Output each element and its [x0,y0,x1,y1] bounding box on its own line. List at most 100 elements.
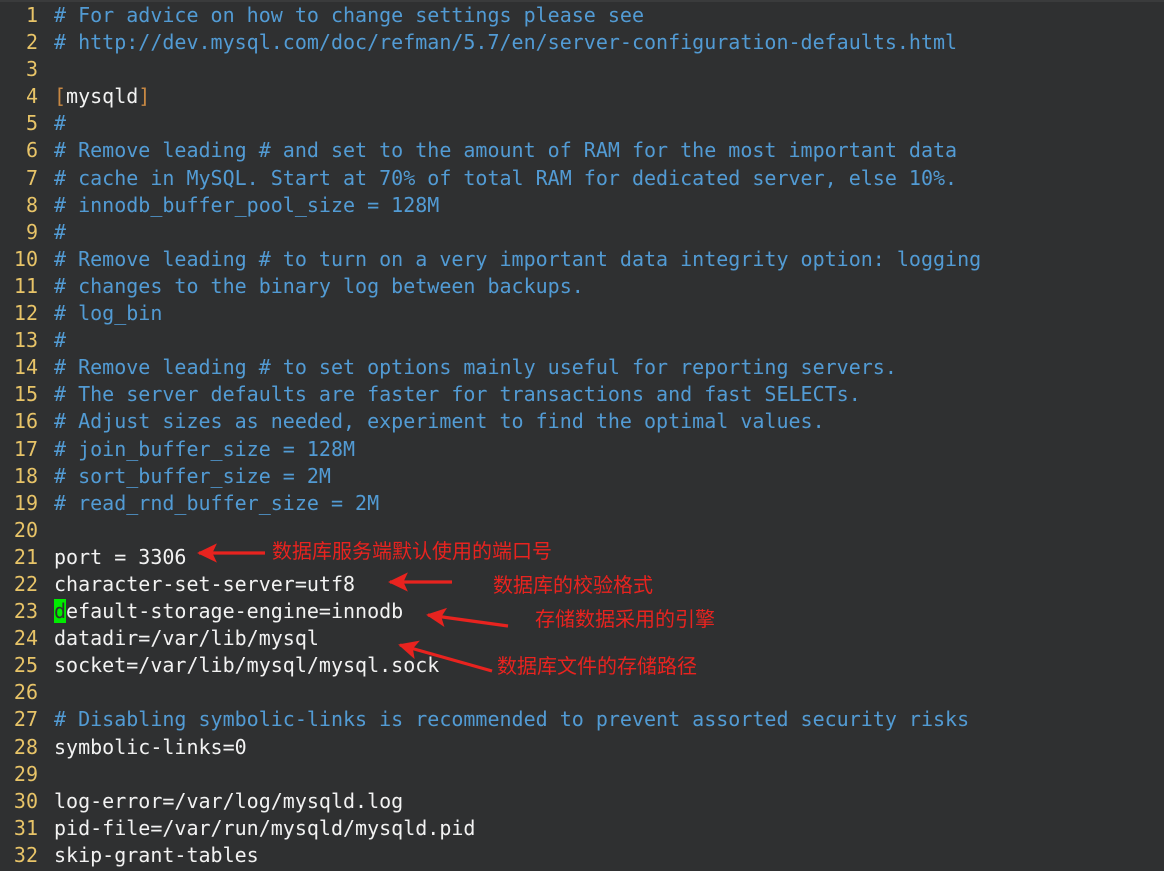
code-line[interactable]: 7 # cache in MySQL. Start at 70% of total… [0,165,1164,192]
code-line[interactable]: 21 port = 3306 [0,544,1164,571]
comment-text: # [54,328,67,353]
comment-text: # read_rnd_buffer_size = 2M [54,490,380,515]
code-line[interactable]: 6 # Remove leading # and set to the amoun… [0,137,1164,164]
code-line[interactable]: 19 # read_rnd_buffer_size = 2M [0,490,1164,517]
code-line[interactable]: 9 # [0,219,1164,246]
line-number: 11 [13,273,38,298]
code-line[interactable]: 3 [0,56,1164,83]
line-number: 6 [25,138,38,163]
code-line-text[interactable]: # [38,327,1164,354]
code-line-text[interactable]: pid-file=/var/run/mysqld/mysqld.pid [38,815,1164,842]
code-line-text[interactable]: # Remove leading # to turn on a very imp… [38,246,1164,273]
line-number: 19 [13,490,38,515]
code-line-text[interactable]: # join_buffer_size = 128M [38,436,1164,463]
code-line[interactable]: 8 # innodb_buffer_pool_size = 128M [0,192,1164,219]
code-line-text[interactable]: # log_bin [38,300,1164,327]
code-line[interactable]: 24 datadir=/var/lib/mysql [0,625,1164,652]
code-line-text[interactable]: # Remove leading # to set options mainly… [38,354,1164,381]
comment-text: # cache in MySQL. Start at 70% of total … [54,165,958,190]
line-number: 4 [25,84,38,109]
code-line-text[interactable]: # sort_buffer_size = 2M [38,463,1164,490]
line-number: 22 [13,571,38,596]
line-number: 16 [13,409,38,434]
code-line-text[interactable]: default-storage-engine=innodb [38,598,1164,625]
code-line-text[interactable]: # [38,110,1164,137]
code-line[interactable]: 15 # The server defaults are faster for t… [0,381,1164,408]
code-line-text[interactable]: # [38,219,1164,246]
config-text: symbolic-links=0 [54,734,247,759]
section-bracket-close: ] [138,84,151,109]
code-line[interactable]: 13 # [0,327,1164,354]
code-line[interactable]: 20 [0,517,1164,544]
code-line-text[interactable]: character-set-server=utf8 [38,571,1164,598]
config-text: pid-file=/var/run/mysqld/mysqld.pid [54,815,476,840]
config-text: log-error=/var/log/mysqld.log [54,788,404,813]
code-line[interactable]: 14 # Remove leading # to set options main… [0,354,1164,381]
comment-text: # http://dev.mysql.com/doc/refman/5.7/en… [54,30,958,55]
code-line-text[interactable]: symbolic-links=0 [38,734,1164,761]
line-number: 32 [13,842,38,867]
code-line-text[interactable]: # cache in MySQL. Start at 70% of total … [38,165,1164,192]
config-text: character-set-server=utf8 [54,571,356,596]
config-text: skip-grant-tables [54,842,259,867]
code-line-text[interactable]: # innodb_buffer_pool_size = 128M [38,192,1164,219]
comment-text: # join_buffer_size = 128M [54,436,356,461]
code-line-text[interactable]: skip-grant-tables [38,842,1164,869]
code-line[interactable]: 12 # log_bin [0,300,1164,327]
line-number: 23 [13,599,38,624]
code-line[interactable]: 2 # http://dev.mysql.com/doc/refman/5.7/e… [0,29,1164,56]
line-number: 30 [13,788,38,813]
code-line[interactable]: 18 # sort_buffer_size = 2M [0,463,1164,490]
code-line-text[interactable]: # For advice on how to change settings p… [38,2,1164,29]
comment-text: # [54,111,67,136]
code-line-text[interactable]: # Remove leading # and set to the amount… [38,137,1164,164]
code-line[interactable]: 4 [mysqld] [0,83,1164,110]
text-cursor: d [54,599,67,624]
code-line[interactable]: 26 [0,679,1164,706]
code-line-text[interactable]: # Adjust sizes as needed, experiment to … [38,408,1164,435]
section-bracket-open: [ [54,84,67,109]
comment-text: # Adjust sizes as needed, experiment to … [54,409,825,434]
config-text: socket=/var/lib/mysql/mysql.sock [54,653,440,678]
code-line-text[interactable]: # http://dev.mysql.com/doc/refman/5.7/en… [38,29,1164,56]
code-line-text[interactable]: datadir=/var/lib/mysql [38,625,1164,652]
code-line[interactable]: 1 # For advice on how to change settings … [0,2,1164,29]
code-line[interactable]: 11 # changes to the binary log between ba… [0,273,1164,300]
line-number: 1 [25,3,38,27]
code-line[interactable]: 22 character-set-server=utf8 [0,571,1164,598]
code-line-text[interactable]: # Disabling symbolic-links is recommende… [38,706,1164,733]
line-number: 28 [13,734,38,759]
config-text: datadir=/var/lib/mysql [54,626,319,651]
code-line-text[interactable]: # read_rnd_buffer_size = 2M [38,490,1164,517]
code-area[interactable]: 1 # For advice on how to change settings … [0,2,1164,869]
line-number: 7 [25,165,38,190]
code-line-text[interactable]: socket=/var/lib/mysql/mysql.sock [38,652,1164,679]
line-number: 31 [13,815,38,840]
code-line-text[interactable]: # The server defaults are faster for tra… [38,381,1164,408]
text-editor-window[interactable]: 1 # For advice on how to change settings … [0,0,1164,871]
code-line[interactable]: 16 # Adjust sizes as needed, experiment t… [0,408,1164,435]
code-line-text[interactable]: port = 3306 [38,544,1164,571]
comment-text: # The server defaults are faster for tra… [54,382,861,407]
code-line-remainder: efault-storage-engine=innodb [66,599,404,624]
code-line[interactable]: 32 skip-grant-tables [0,842,1164,869]
line-number: 24 [13,626,38,651]
line-number: 12 [13,301,38,326]
line-number: 26 [13,680,38,705]
line-number: 14 [13,355,38,380]
code-line[interactable]: 28 symbolic-links=0 [0,734,1164,761]
code-line[interactable]: 17 # join_buffer_size = 128M [0,436,1164,463]
code-line-text[interactable]: [mysqld] [38,83,1164,110]
code-line-text[interactable]: log-error=/var/log/mysqld.log [38,788,1164,815]
code-line[interactable]: 10 # Remove leading # to turn on a very i… [0,246,1164,273]
code-line[interactable]: 23 default-storage-engine=innodb [0,598,1164,625]
code-line[interactable]: 25 socket=/var/lib/mysql/mysql.sock [0,652,1164,679]
code-line[interactable]: 30 log-error=/var/log/mysqld.log [0,788,1164,815]
code-line[interactable]: 5 # [0,110,1164,137]
code-line[interactable]: 29 [0,761,1164,788]
code-line[interactable]: 31 pid-file=/var/run/mysqld/mysqld.pid [0,815,1164,842]
code-line[interactable]: 27 # Disabling symbolic-links is recommen… [0,706,1164,733]
line-number: 27 [13,707,38,732]
line-number: 15 [13,382,38,407]
code-line-text[interactable]: # changes to the binary log between back… [38,273,1164,300]
